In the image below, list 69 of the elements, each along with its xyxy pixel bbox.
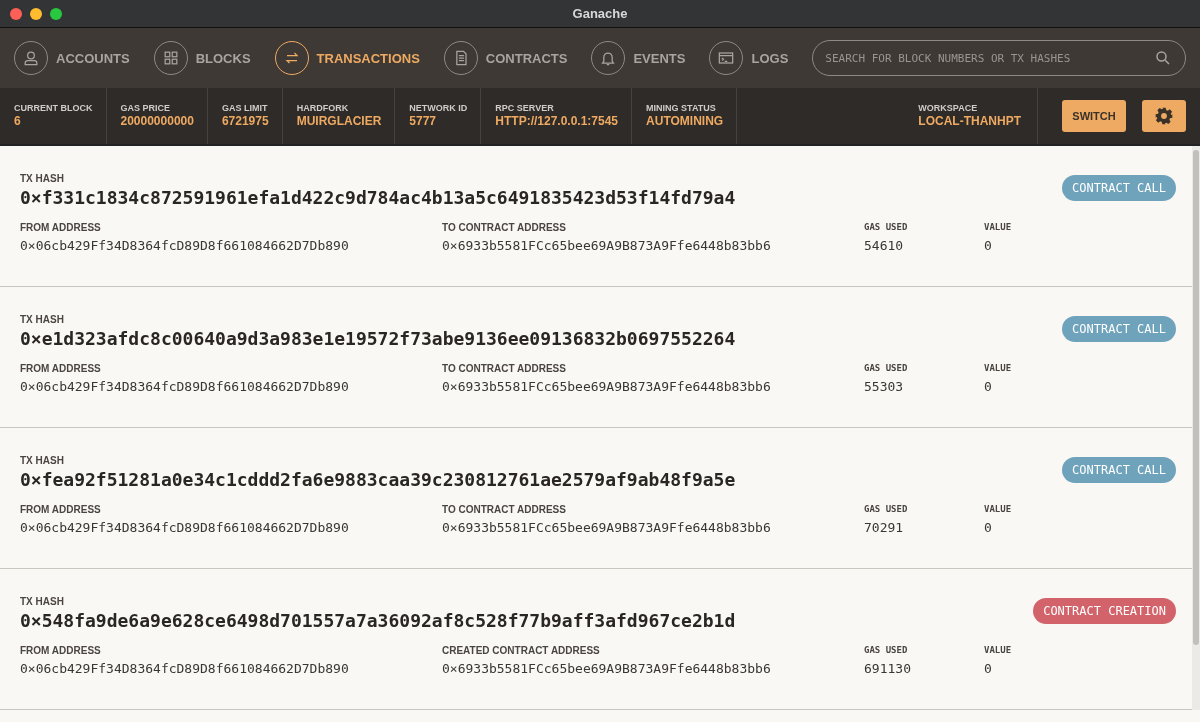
field-label: TO CONTRACT ADDRESS [442,504,567,515]
switch-button[interactable]: SWITCH [1062,100,1126,132]
tx-type-badge: CONTRACT CALL [1062,316,1176,342]
field-label: TX HASH [20,173,65,184]
tx-hash: 0×fea92f51281a0e34c1cddd2fa6e9883caa39c230812761ae2579af9ab48f9a5e [20,469,736,490]
tx-value: 0 [984,238,993,253]
field-label: TO CONTRACT ADDRESS [442,222,567,233]
status-value: 20000000000 [120,114,194,128]
contract-address: 0×6933b5581FCc65bee69A9B873A9Ffe6448b83bb6 [442,520,772,535]
status-label: GAS LIMIT [221,103,269,113]
tx-value: 0 [984,379,993,394]
tx-value: 0 [984,661,993,676]
status-label: HARDFORK [296,103,350,113]
field-label: FROM ADDRESS [20,363,102,374]
field-label: VALUE [984,504,1013,515]
contract-address: 0×6933b5581FCc65bee69A9B873A9Ffe6448b83bb6 [442,661,772,676]
field-label: CREATED CONTRACT ADDRESS [442,645,601,656]
nav-tab[interactable]: LOGS [709,41,789,75]
status-value: MUIRGLACIER [296,114,382,128]
from-address: 0×06cb429Ff34D8364fcD89D8f661084662D7Db890 [20,661,350,676]
field-label: VALUE [984,222,1013,233]
gas-used: 70291 [864,520,905,535]
status-label: MINING STATUS [646,103,717,113]
field-label: GAS USED [864,504,909,515]
gas-used: 55303 [864,379,905,394]
from-address: 0×06cb429Ff34D8364fcD89D8f661084662D7Db890 [20,379,350,394]
contract-address: 0×6933b5581FCc65bee69A9B873A9Ffe6448b83bb6 [442,238,772,253]
field-label: FROM ADDRESS [20,645,102,656]
field-label: GAS USED [864,222,909,233]
status-value: 6721975 [221,114,269,128]
from-address: 0×06cb429Ff34D8364fcD89D8f661084662D7Db890 [20,520,350,535]
nav-tab[interactable]: CONTRACTS [443,41,568,75]
field-label: TO CONTRACT ADDRESS [442,363,567,374]
status-value: 5777 [409,114,437,128]
tx-type-badge: CONTRACT CALL [1062,457,1176,483]
field-label: GAS USED [864,363,909,374]
gas-used: 54610 [864,238,905,253]
field-label: GAS USED [864,645,909,656]
tx-value: 0 [984,520,993,535]
window-title: Ganache [572,6,628,21]
gas-used: 691130 [864,661,912,676]
tx-type-badge: CONTRACT CREATION [1033,598,1176,624]
workspace-label: WORKSPACE [918,103,979,113]
field-label: FROM ADDRESS [20,504,102,515]
nav-tab[interactable]: BLOCKS [153,41,251,75]
contract-address: 0×6933b5581FCc65bee69A9B873A9Ffe6448b83bb6 [442,379,772,394]
status-label: RPC SERVER [495,103,555,113]
workspace-name: LOCAL-THANHPT [918,114,1021,128]
status-value: 6 [14,114,22,128]
field-label: VALUE [984,645,1013,656]
status-label: NETWORK ID [409,103,468,113]
nav-tab[interactable]: TRANSACTIONS [274,41,420,75]
field-label: TX HASH [20,455,65,466]
status-value: HTTP://127.0.0.1:7545 [495,114,619,128]
nav-tab[interactable]: ACCOUNTS [14,41,130,75]
nav-tab[interactable]: EVENTS [591,41,686,75]
status-label: CURRENT BLOCK [14,103,93,113]
status-label: GAS PRICE [120,103,171,113]
tx-hash: 0×548fa9de6a9e628ce6498d701557a7a36092af8c528f77b9aff3afd967ce2b1d [20,610,736,631]
status-value: AUTOMINING [646,114,724,128]
field-label: FROM ADDRESS [20,222,102,233]
tx-type-badge: CONTRACT CALL [1062,175,1176,201]
tx-hash: 0×f331c1834c872591961efa1d422c9d784ac4b13a5c6491835423d53f14fd79a4 [20,187,736,208]
from-address: 0×06cb429Ff34D8364fcD89D8f661084662D7Db890 [20,238,350,253]
field-label: TX HASH [20,314,65,325]
tx-hash: 0×e1d323afdc8c00640a9d3a983e1e19572f73abe9136ee09136832b0697552264 [20,328,736,349]
search-field[interactable]: SEARCH FOR BLOCK NUMBERS OR TX HASHES [812,40,1187,76]
field-label: VALUE [984,363,1013,374]
field-label: TX HASH [20,596,65,607]
